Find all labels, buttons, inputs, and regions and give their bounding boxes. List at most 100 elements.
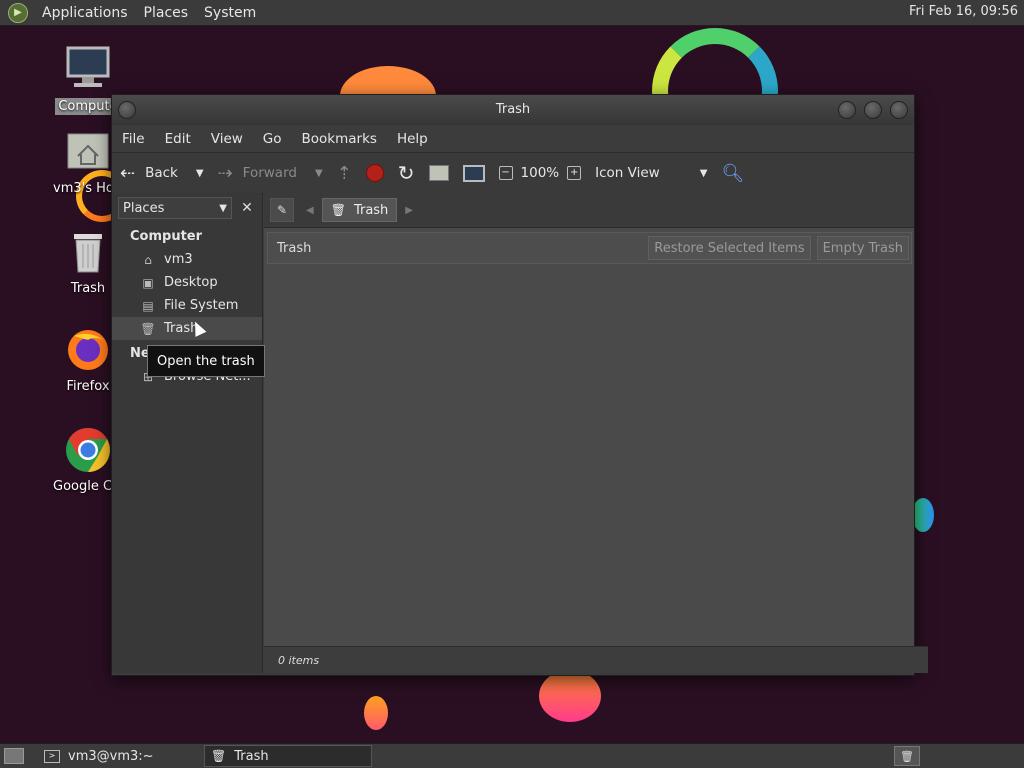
zoom-level: 100% [520,165,560,181]
place-desktop[interactable]: ▣ Desktop [112,271,262,294]
show-desktop-icon[interactable] [4,748,24,764]
firefox-icon [64,326,112,374]
back-button[interactable]: ⇠ Back ▼ [120,163,204,184]
view-mode-select[interactable]: Icon View ▼ [595,165,707,181]
forward-arrow-icon: ⇢ [217,162,233,184]
wallpaper-blob-pink [539,670,601,722]
menu-file[interactable]: File [112,131,155,147]
status-text: 0 items [278,653,320,667]
drive-icon: ▤ [142,298,154,313]
content-area: ✎ ◀ 🗑︎ Trash ▶ Trash Restore Selected It… [264,193,928,673]
clock[interactable]: Fri Feb 16, 09:56 [909,4,1018,19]
top-panel: ▶ Applications Places System Fri Feb 16,… [0,0,1024,26]
trash-icon [64,228,112,276]
path-left-arrow-icon[interactable]: ◀ [306,205,314,216]
desktop-folder-icon: ▣ [142,275,154,290]
place-label: File System [164,298,239,313]
taskbar-item-trash[interactable]: 🗑︎ Trash [204,745,372,767]
place-label: Desktop [164,275,218,290]
edit-location-icon[interactable]: ✎ [270,198,294,222]
menu-go[interactable]: Go [253,131,292,147]
trash-icon: 🗑︎ [140,321,156,336]
file-list[interactable] [264,265,914,647]
zoom-control: − 100% + [498,165,582,181]
file-manager-window: Trash File Edit View Go Bookmarks Help ⇠… [111,94,928,676]
trash-icon: 🗑︎ [211,749,227,763]
restore-selected-button[interactable]: Restore Selected Items [648,236,811,260]
path-right-arrow-icon[interactable]: ▶ [405,205,413,216]
zoom-out-icon[interactable]: − [498,166,513,180]
close-side-pane-icon[interactable]: ✕ [238,200,256,216]
forward-button[interactable]: ⇢ Forward ▼ [218,163,323,184]
trash-icon: 🗑︎ [330,203,346,217]
place-file-system[interactable]: ▤ File System [112,294,262,317]
forward-history-dropdown-icon[interactable]: ▼ [315,168,323,179]
home-button[interactable] [428,165,449,181]
view-mode-value: Icon View [595,165,660,181]
close-button[interactable] [890,101,908,119]
desktop-icon-label: Firefox [66,379,110,394]
chrome-icon [64,426,112,474]
menu-places[interactable]: Places [136,5,197,21]
menu-edit[interactable]: Edit [155,131,201,147]
side-pane: Places ▼ ✕ Computer ⌂ vm3 ▣ Desktop ▤ Fi… [112,193,263,673]
section-computer: Computer [130,229,203,244]
up-button[interactable]: ⇡ [337,163,352,184]
wallpaper-blob-blue [912,498,934,532]
computer-icon [64,46,112,94]
home-icon: ⌂ [144,252,152,267]
info-bar-label: Trash [277,240,312,256]
menu-system[interactable]: System [196,5,264,21]
status-bar: 0 items [264,646,928,673]
window-menu-button[interactable] [118,101,136,119]
trash-info-bar: Trash Restore Selected Items Empty Trash [267,232,912,264]
place-trash[interactable]: 🗑︎ Trash [112,317,262,340]
menu-view[interactable]: View [201,131,253,147]
menubar: File Edit View Go Bookmarks Help [112,125,914,152]
chevron-down-icon: ▼ [219,202,227,214]
terminal-icon: > [44,749,60,763]
trash-applet-icon[interactable]: 🗑︎ [894,746,920,766]
back-arrow-icon: ⇠ [120,162,136,184]
window-title: Trash [495,102,531,117]
menu-help[interactable]: Help [387,131,438,147]
forward-label: Forward [242,165,297,181]
tooltip: Open the trash [147,345,265,377]
empty-trash-button[interactable]: Empty Trash [816,236,909,260]
zoom-in-icon[interactable]: + [567,166,582,180]
taskbar-item-label: vm3@vm3:~ [68,748,154,764]
back-history-dropdown-icon[interactable]: ▼ [196,168,204,179]
search-button[interactable]: 🔍︎ [721,163,744,184]
path-bar: ✎ ◀ 🗑︎ Trash ▶ [264,193,914,228]
side-pane-selector-value: Places [123,200,165,216]
maximize-button[interactable] [864,101,882,119]
toolbar: ⇠ Back ▼ ⇢ Forward ▼ ⇡ ↻ − 100% + Icon V… [112,152,914,194]
place-vm3[interactable]: ⌂ vm3 [112,248,262,271]
stop-button[interactable] [365,164,384,182]
taskbar-item-label: Trash [234,748,269,764]
search-icon: 🔍︎ [721,162,745,184]
path-button-trash[interactable]: 🗑︎ Trash [321,198,398,222]
taskbar-item-terminal[interactable]: > vm3@vm3:~ [38,746,200,766]
side-pane-selector[interactable]: Places ▼ [118,197,232,219]
path-button-label: Trash [353,202,389,218]
up-arrow-icon: ⇡ [336,162,352,184]
place-label: vm3 [164,252,193,267]
wallpaper-blob-small [364,696,388,730]
minimize-button[interactable] [838,101,856,119]
reload-button[interactable]: ↻ [398,161,415,185]
reload-icon: ↻ [397,161,415,185]
computer-icon [462,164,485,182]
menu-bookmarks[interactable]: Bookmarks [292,131,387,147]
menu-applications[interactable]: Applications [34,5,136,21]
desktop-icon-label: Trash [70,281,106,296]
home-folder-icon [64,128,112,176]
computer-button[interactable] [462,164,485,182]
applications-icon[interactable]: ▶ [8,2,28,23]
window-titlebar[interactable]: Trash [112,95,914,125]
home-icon [428,165,449,181]
back-label: Back [145,165,178,181]
chevron-down-icon: ▼ [699,167,708,179]
stop-icon [365,164,384,182]
bottom-panel: > vm3@vm3:~ 🗑︎ Trash 🗑︎ [0,743,1024,768]
